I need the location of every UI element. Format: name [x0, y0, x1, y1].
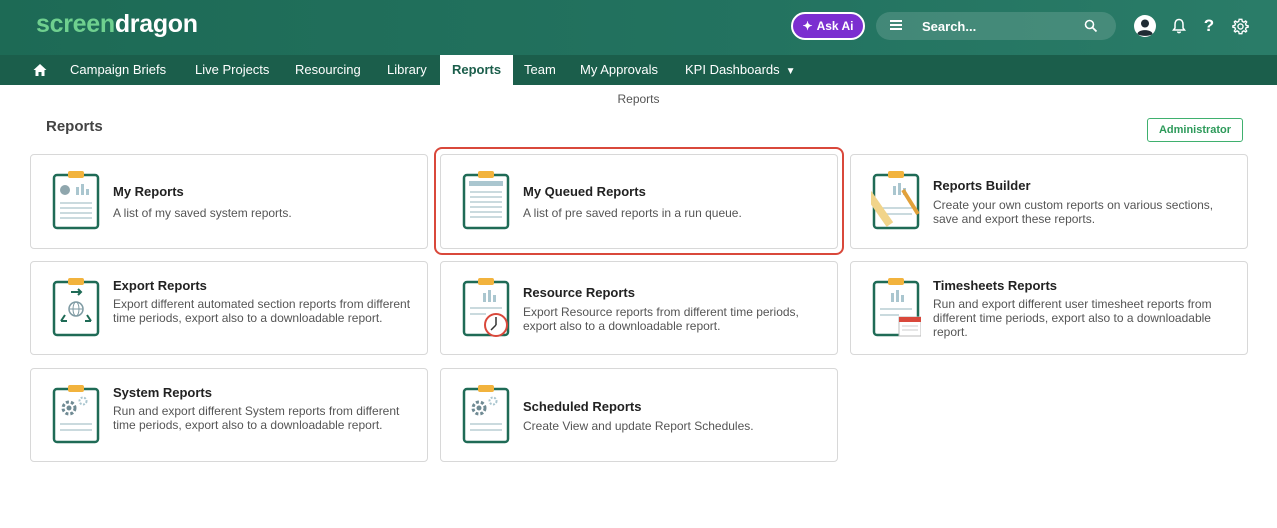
- screendragon-logo[interactable]: screendragon: [36, 10, 198, 39]
- global-search: [876, 12, 1116, 40]
- card-title: Reports Builder: [933, 178, 1031, 193]
- card-system-reports[interactable]: System Reports Run and export different …: [30, 368, 428, 462]
- bell-icon[interactable]: [1167, 14, 1191, 38]
- nav-live-projects[interactable]: Live Projects: [195, 55, 269, 85]
- card-title: My Queued Reports: [523, 184, 646, 199]
- card-reports-builder[interactable]: Reports Builder Create your own custom r…: [850, 154, 1248, 249]
- ask-ai-label: Ask Ai: [816, 19, 854, 33]
- card-description: Run and export different System reports …: [113, 404, 400, 432]
- card-resource-reports[interactable]: Resource Reports Export Resource reports…: [440, 261, 838, 355]
- main-nav: Campaign Briefs Live Projects Resourcing…: [0, 55, 1277, 85]
- sparkle-icon: ✦: [802, 19, 813, 33]
- card-description: A list of my saved system reports.: [113, 206, 292, 220]
- nav-reports[interactable]: Reports: [440, 55, 514, 85]
- nav-team[interactable]: Team: [524, 55, 556, 85]
- user-avatar-icon[interactable]: [1133, 14, 1157, 38]
- nav-resourcing[interactable]: Resourcing: [295, 55, 361, 85]
- help-icon[interactable]: ?: [1197, 14, 1221, 38]
- ruler-pencil-clipboard-icon: [871, 171, 920, 230]
- card-title: System Reports: [113, 385, 212, 400]
- nav-library[interactable]: Library: [387, 55, 427, 85]
- chart-clipboard-icon: [52, 171, 100, 230]
- nav-campaign-briefs[interactable]: Campaign Briefs: [70, 55, 166, 85]
- menu-icon[interactable]: [890, 20, 902, 30]
- calendar-clipboard-icon: [872, 278, 921, 337]
- page-title: Reports: [46, 118, 103, 135]
- nav-my-approvals[interactable]: My Approvals: [580, 55, 658, 85]
- card-my-queued-reports[interactable]: My Queued Reports A list of pre saved re…: [440, 154, 838, 249]
- document-clipboard-icon: [462, 171, 510, 230]
- card-my-reports[interactable]: My Reports A list of my saved system rep…: [30, 154, 428, 249]
- administrator-button[interactable]: Administrator: [1147, 118, 1243, 142]
- ask-ai-button[interactable]: ✦ Ask Ai: [791, 12, 865, 40]
- search-icon[interactable]: [1084, 19, 1098, 33]
- card-title: Export Reports: [113, 278, 207, 293]
- chevron-down-icon: ▼: [785, 66, 796, 77]
- export-globe-clipboard-icon: [52, 278, 100, 337]
- nav-kpi-label: KPI Dashboards: [685, 62, 780, 77]
- card-title: My Reports: [113, 184, 184, 199]
- card-title: Resource Reports: [523, 285, 635, 300]
- card-scheduled-reports[interactable]: Scheduled Reports Create View and update…: [440, 368, 838, 462]
- card-description: Run and export different user timesheet …: [933, 297, 1212, 339]
- card-timesheets-reports[interactable]: Timesheets Reports Run and export differ…: [850, 261, 1248, 355]
- gears-clipboard-icon: [462, 385, 510, 444]
- gear-icon[interactable]: [1228, 14, 1252, 38]
- card-export-reports[interactable]: Export Reports Export different automate…: [30, 261, 428, 355]
- gears-clipboard-icon: [52, 385, 100, 444]
- clock-clipboard-icon: [462, 278, 510, 337]
- card-description: A list of pre saved reports in a run que…: [523, 206, 742, 220]
- card-description: Export different automated section repor…: [113, 297, 411, 325]
- nav-kpi-dashboards[interactable]: KPI Dashboards ▼: [685, 55, 796, 85]
- top-header: screendragon ✦ Ask Ai ?: [0, 0, 1277, 55]
- home-icon[interactable]: [32, 62, 48, 78]
- card-title: Scheduled Reports: [523, 399, 642, 414]
- card-description: Create View and update Report Schedules.: [523, 419, 754, 433]
- card-description: Create your own custom reports on variou…: [933, 198, 1214, 226]
- card-title: Timesheets Reports: [933, 278, 1058, 293]
- breadcrumb: Reports: [617, 92, 660, 106]
- search-input[interactable]: [922, 16, 1072, 36]
- card-description: Export Resource reports from different t…: [523, 305, 799, 333]
